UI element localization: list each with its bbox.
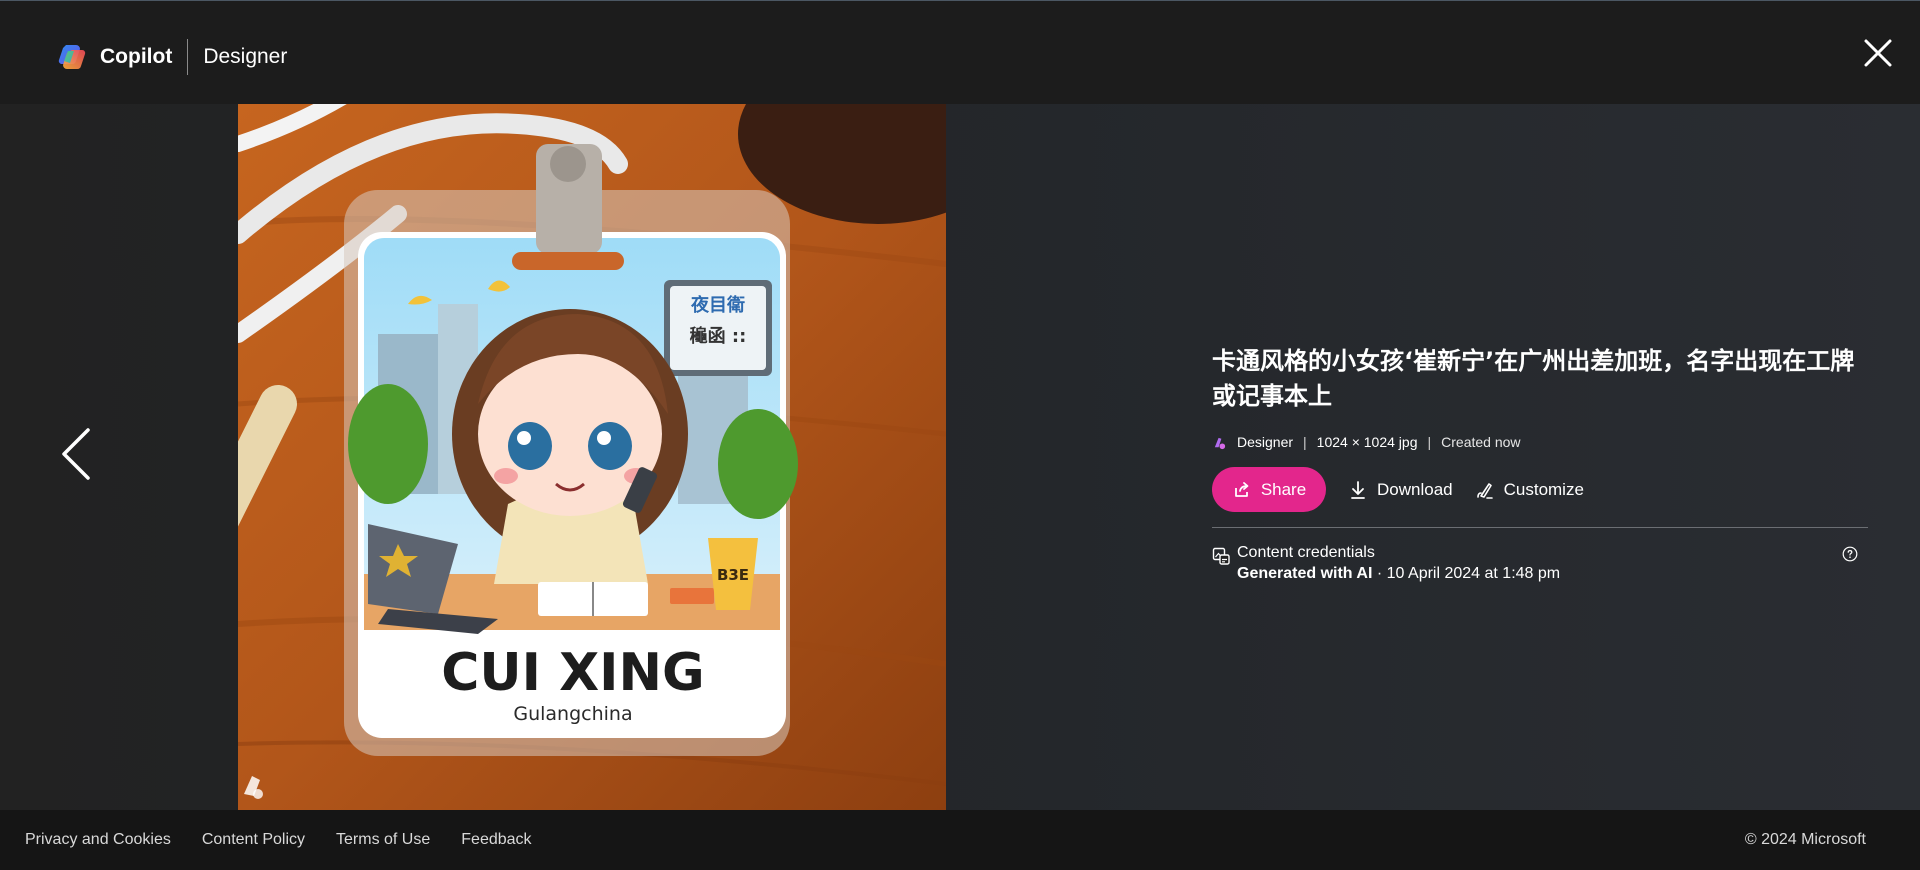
details-divider (1212, 527, 1868, 528)
customize-label: Customize (1503, 479, 1584, 499)
meta-dimensions: 1024 × 1024 jpg (1316, 434, 1418, 450)
badge-name-text: CUI XING (441, 643, 704, 703)
chevron-left-icon[interactable] (58, 426, 94, 482)
sign-text-top: 夜目衛 (690, 294, 745, 316)
image-details-panel: 卡通风格的小女孩‘崔新宁’在广州出差加班，名字出现在工牌或记事本上 Design… (1212, 344, 1868, 586)
credentials-title: Content credentials (1237, 544, 1375, 561)
action-bar: Share Download Customize (1212, 467, 1868, 512)
generated-with-ai: Generated with AI (1237, 565, 1373, 582)
share-icon (1234, 481, 1249, 497)
credentials-detail: Generated with AI · 10 April 2024 at 1:4… (1237, 565, 1560, 583)
image-viewer: 夜目衛 龝函 :: B3E CUI XING Gulangchina 卡通风格的… (0, 104, 1920, 810)
help-icon[interactable] (1842, 546, 1858, 562)
generated-image[interactable]: 夜目衛 龝函 :: B3E CUI XING Gulangchina (238, 104, 946, 810)
footer-links: Privacy and Cookies Content Policy Terms… (25, 831, 563, 849)
prompt-title: 卡通风格的小女孩‘崔新宁’在广州出差加班，名字出现在工牌或记事本上 (1212, 347, 1855, 410)
header-bar: Copilot Designer (0, 0, 1920, 104)
designer-icon (1214, 437, 1226, 449)
download-label: Download (1377, 479, 1453, 499)
share-button[interactable]: Share (1212, 467, 1326, 512)
credentials-date: · 10 April 2024 at 1:48 pm (1372, 565, 1561, 582)
customize-button[interactable]: Customize (1475, 480, 1584, 500)
badge-illustration: 夜目衛 龝函 :: B3E CUI XING Gulangchina (238, 104, 946, 810)
brand-divider (187, 39, 189, 75)
content-credentials-icon (1212, 547, 1230, 565)
brand-name: Copilot (100, 45, 173, 68)
brand[interactable]: Copilot Designer (58, 39, 287, 75)
terms-link[interactable]: Terms of Use (336, 831, 430, 849)
download-button[interactable]: Download (1348, 480, 1453, 500)
image-meta: Designer | 1024 × 1024 jpg | Created now (1212, 432, 1868, 452)
download-icon (1351, 480, 1365, 499)
footer: Privacy and Cookies Content Policy Terms… (0, 810, 1920, 870)
share-label: Share (1260, 479, 1307, 499)
product-name: Designer (203, 45, 288, 68)
cup-text: B3E (717, 566, 749, 584)
sign-text-bottom: 龝函 :: (690, 325, 747, 347)
copilot-logo-icon (58, 45, 86, 70)
meta-separator: | (1303, 434, 1307, 450)
badge-subtitle-text: Gulangchina (513, 703, 632, 725)
meta-source: Designer (1237, 434, 1294, 450)
meta-separator: | (1427, 434, 1432, 450)
content-policy-link[interactable]: Content Policy (202, 831, 305, 849)
close-icon[interactable] (1860, 35, 1896, 71)
feedback-link[interactable]: Feedback (461, 831, 531, 849)
meta-created: Created now (1441, 434, 1521, 450)
customize-brush-icon (1476, 482, 1493, 499)
privacy-link[interactable]: Privacy and Cookies (25, 831, 171, 849)
copyright: © 2024 Microsoft (1744, 831, 1866, 848)
content-credentials: Content credentials Generated with AI · … (1212, 544, 1868, 586)
